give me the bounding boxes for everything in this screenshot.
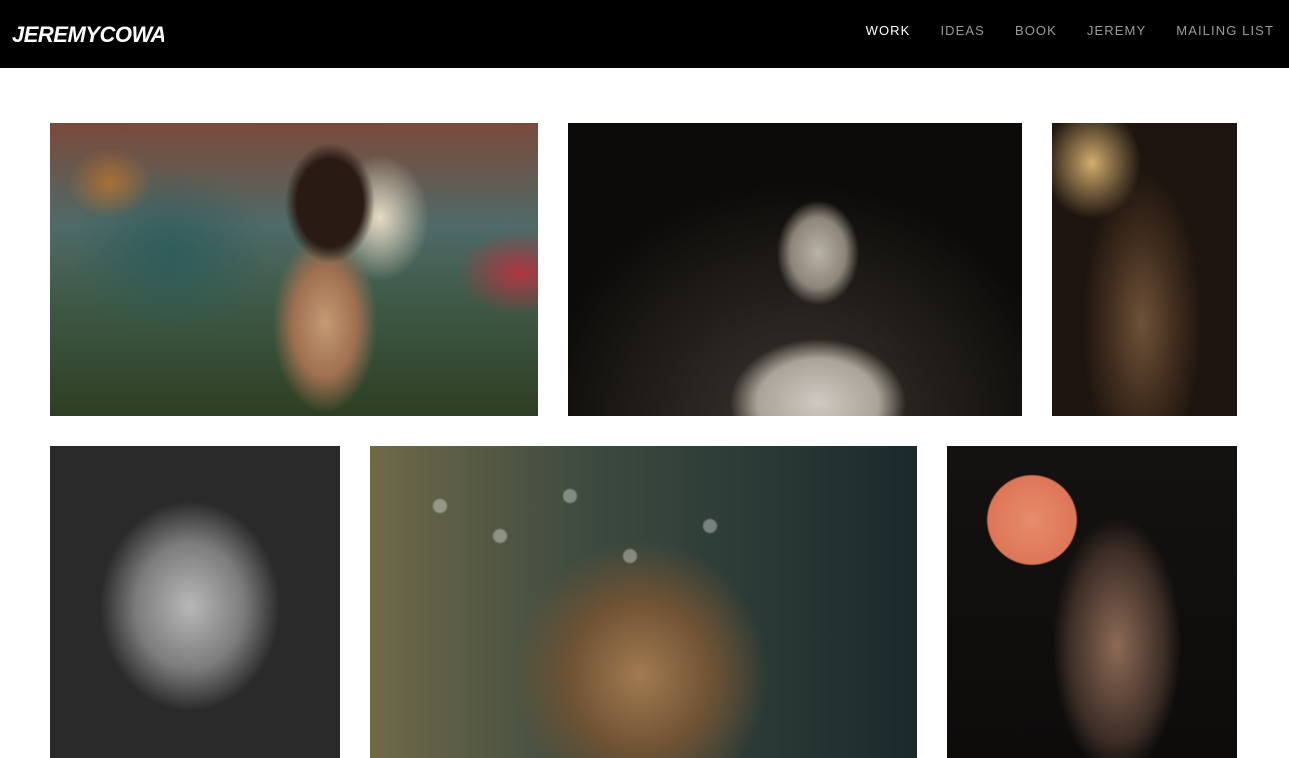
site-logo[interactable]: JEREMYCOWART: [12, 16, 164, 50]
nav-work[interactable]: WORK: [866, 22, 911, 40]
logo-wordmark: JEREMYCOWART: [12, 22, 164, 47]
nav-jeremy[interactable]: JEREMY: [1087, 22, 1146, 40]
nav-ideas[interactable]: IDEAS: [940, 22, 985, 40]
photo-subject: [230, 143, 400, 416]
main-nav: WORK IDEAS BOOK JEREMY MAILING LIST: [866, 22, 1274, 40]
gallery-photo-woman-braids[interactable]: [1052, 123, 1237, 416]
photo-image: [947, 446, 1237, 758]
photo-image: [50, 446, 340, 758]
gallery-photo-orange-sphere[interactable]: [947, 446, 1237, 758]
top-navigation-bar: JEREMYCOWART WORK IDEAS BOOK JEREMY MAIL…: [0, 0, 1289, 68]
gallery-photo-man-under-dome[interactable]: [568, 123, 1022, 416]
photo-subject: [698, 183, 918, 416]
nav-mailing-list[interactable]: MAILING LIST: [1176, 22, 1274, 40]
photo-image: [1052, 123, 1237, 416]
gallery-photo-woman-color-textures[interactable]: [50, 123, 538, 416]
gallery-photo-bw-lace-portrait[interactable]: [50, 446, 340, 758]
nav-book[interactable]: BOOK: [1015, 22, 1057, 40]
photo-bubbles: [410, 466, 770, 606]
gallery-photo-bubbles-face[interactable]: [370, 446, 917, 758]
